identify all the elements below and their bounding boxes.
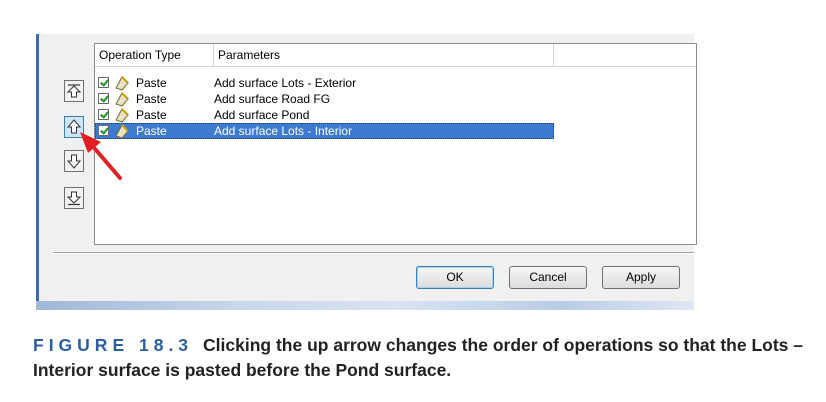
move-to-bottom-button[interactable] [64, 187, 84, 209]
move-up-button[interactable] [64, 116, 84, 138]
move-down-button[interactable] [64, 150, 84, 172]
move-to-bottom-icon [67, 191, 81, 206]
list-item[interactable]: Paste Add surface Pond [95, 107, 554, 123]
list-item-selected[interactable]: Paste Add surface Lots - Interior [95, 123, 554, 139]
list-item[interactable]: Paste Add surface Road FG [95, 91, 554, 107]
window-border-strip [36, 301, 694, 310]
figure-label: FIGURE 18.3 [33, 335, 194, 355]
row-checkbox[interactable] [98, 77, 109, 88]
row-parameters: Add surface Lots - Exterior [214, 76, 357, 90]
row-checkbox[interactable] [98, 109, 109, 120]
cancel-button[interactable]: Cancel [509, 266, 587, 289]
row-operation-type: Paste [136, 76, 167, 90]
dialog-screenshot: Operation Type Parameters Paste Add surf… [36, 34, 697, 310]
paste-icon [115, 92, 129, 107]
column-header-operation-type[interactable]: Operation Type [95, 44, 214, 66]
row-parameters: Add surface Lots - Interior [214, 124, 353, 138]
row-parameters: Add surface Pond [214, 108, 310, 122]
row-operation-type: Paste [136, 108, 167, 122]
move-down-icon [67, 154, 81, 169]
ok-button[interactable]: OK [416, 266, 494, 289]
dialog-separator [53, 252, 694, 254]
list-header: Operation Type Parameters [95, 44, 696, 67]
column-header-parameters[interactable]: Parameters [214, 44, 554, 66]
paste-icon [115, 108, 129, 123]
row-operation-type: Paste [136, 124, 167, 138]
operations-list[interactable]: Operation Type Parameters Paste Add surf… [94, 43, 697, 245]
apply-button[interactable]: Apply [602, 266, 680, 289]
move-up-icon [67, 119, 81, 134]
row-checkbox[interactable] [98, 93, 109, 104]
paste-icon [115, 76, 129, 91]
row-checkbox[interactable] [98, 125, 109, 136]
row-operation-type: Paste [136, 92, 167, 106]
move-to-top-button[interactable] [64, 80, 84, 102]
paste-icon [115, 124, 129, 139]
figure-caption: FIGURE 18.3 Clicking the up arrow changes… [33, 333, 813, 383]
list-item[interactable]: Paste Add surface Lots - Exterior [95, 75, 554, 91]
move-to-top-icon [67, 84, 81, 98]
row-parameters: Add surface Road FG [214, 92, 331, 106]
